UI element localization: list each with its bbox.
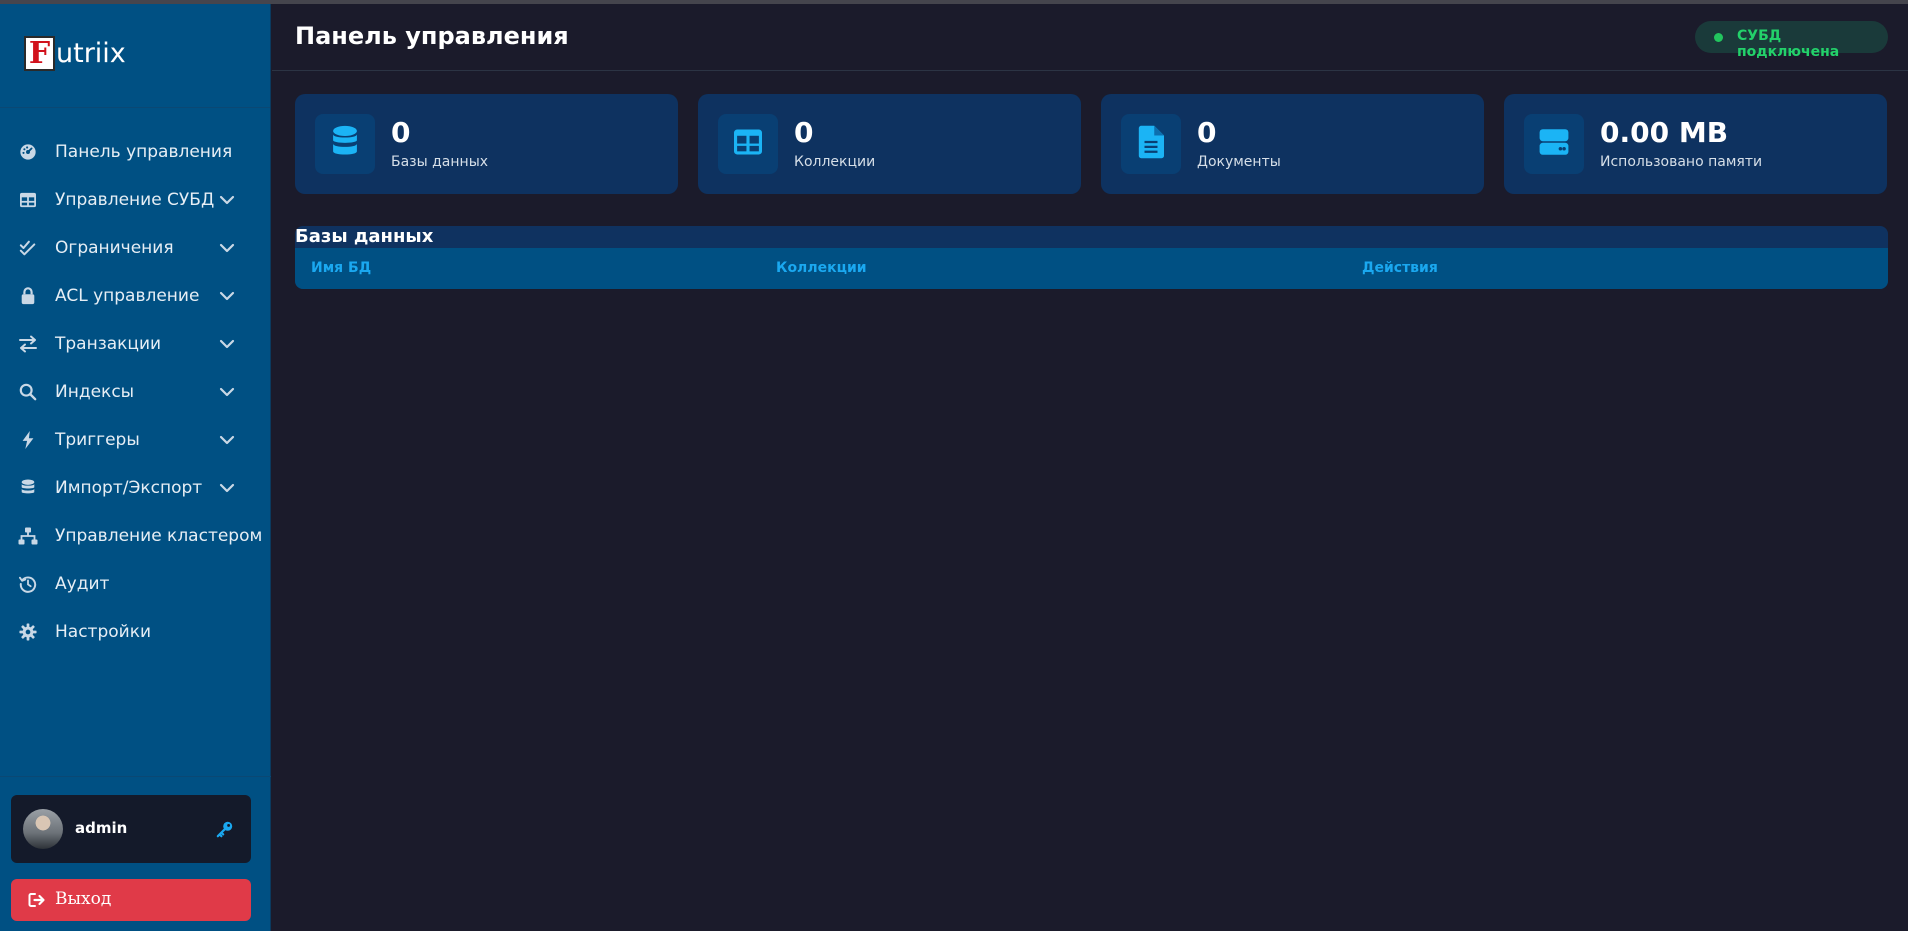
sidebar-item-label: Ограничения bbox=[55, 238, 174, 258]
stat-card-documents: 0 Документы bbox=[1101, 94, 1484, 194]
hard-drive-icon bbox=[1538, 127, 1570, 161]
section-title: Базы данных bbox=[295, 226, 434, 247]
sidebar-item-dbms-management[interactable]: Управление СУБД bbox=[0, 176, 271, 224]
gear-icon bbox=[18, 622, 38, 642]
sidebar-item-triggers[interactable]: Триггеры bbox=[0, 416, 271, 464]
chevron-down-icon[interactable] bbox=[218, 431, 236, 449]
sidebar-item-dashboard[interactable]: Панель управления bbox=[0, 128, 271, 176]
sidebar-item-label: Триггеры bbox=[55, 430, 140, 450]
stat-value: 0 bbox=[1197, 116, 1217, 149]
stat-card-memory: 0.00 MB Использовано памяти bbox=[1504, 94, 1887, 194]
chevron-down-icon[interactable] bbox=[218, 479, 236, 497]
stat-icon-box bbox=[1121, 114, 1181, 174]
table-grid-icon bbox=[732, 128, 764, 160]
sidebar-item-acl[interactable]: ACL управление bbox=[0, 272, 271, 320]
main-content: Панель управления СУБД подключена 0 Базы… bbox=[272, 4, 1908, 931]
databases-table-header: Имя БД Коллекции Действия bbox=[295, 248, 1888, 289]
sidebar-item-label: Импорт/Экспорт bbox=[55, 478, 203, 498]
sidebar-item-label: ACL управление bbox=[55, 286, 200, 306]
sidebar-item-import-export[interactable]: Импорт/Экспорт bbox=[0, 464, 271, 512]
exchange-arrows-icon bbox=[18, 334, 38, 354]
chevron-down-icon[interactable] bbox=[218, 383, 236, 401]
chevron-down-icon[interactable] bbox=[218, 239, 236, 257]
database-icon bbox=[18, 478, 38, 498]
logo-letter: F bbox=[28, 35, 51, 71]
chevron-down-icon[interactable] bbox=[218, 191, 236, 209]
user-panel: admin Выход bbox=[0, 776, 271, 931]
key-icon[interactable] bbox=[216, 820, 234, 838]
check-double-icon bbox=[18, 238, 38, 258]
sidebar: F utriix Панель управления Управление СУ… bbox=[0, 4, 271, 931]
stat-value: 0 bbox=[794, 116, 814, 149]
history-icon bbox=[18, 574, 38, 594]
stat-card-collections: 0 Коллекции bbox=[698, 94, 1081, 194]
dashboard-gauge-icon bbox=[18, 142, 38, 162]
stat-icon-box bbox=[718, 114, 778, 174]
logout-button[interactable]: Выход bbox=[11, 879, 251, 921]
sidebar-item-label: Панель управления bbox=[55, 142, 233, 162]
logo-mark: F bbox=[24, 36, 55, 71]
logo-area: F utriix bbox=[0, 4, 270, 108]
user-card[interactable]: admin bbox=[11, 795, 251, 863]
sidebar-item-label: Индексы bbox=[55, 382, 135, 402]
bolt-icon bbox=[18, 430, 38, 450]
lock-icon bbox=[18, 286, 38, 306]
sidebar-item-audit[interactable]: Аудит bbox=[0, 560, 271, 608]
stat-label: Базы данных bbox=[391, 154, 489, 170]
sidebar-item-constraints[interactable]: Ограничения bbox=[0, 224, 271, 272]
sidebar-item-label: Транзакции bbox=[55, 334, 162, 354]
stats-row: 0 Базы данных 0 Коллекции 0 Документы 0.… bbox=[295, 94, 1888, 194]
status-badge: СУБД подключена bbox=[1695, 21, 1888, 60]
table-grid-icon bbox=[18, 190, 38, 210]
stat-value: 0.00 MB bbox=[1600, 116, 1729, 149]
stat-label: Использовано памяти bbox=[1600, 154, 1763, 170]
sidebar-nav: Панель управления Управление СУБД Ограни… bbox=[0, 128, 271, 656]
stat-icon-box bbox=[315, 114, 375, 174]
chevron-down-icon[interactable] bbox=[218, 287, 236, 305]
sidebar-item-label: Управление кластером bbox=[55, 526, 263, 546]
stat-icon-box bbox=[1524, 114, 1584, 174]
sidebar-item-label: Настройки bbox=[55, 622, 152, 642]
page-title: Панель управления bbox=[295, 22, 569, 50]
sidebar-item-cluster[interactable]: Управление кластером bbox=[0, 512, 271, 560]
file-text-icon bbox=[1138, 125, 1164, 163]
logo-text: utriix bbox=[56, 38, 126, 69]
column-header-collections[interactable]: Коллекции bbox=[776, 260, 867, 276]
column-header-actions[interactable]: Действия bbox=[1362, 260, 1438, 276]
page-header: Панель управления СУБД подключена bbox=[272, 4, 1908, 71]
stat-label: Документы bbox=[1197, 154, 1281, 170]
logout-label: Выход bbox=[55, 889, 112, 909]
sitemap-icon bbox=[18, 526, 38, 546]
sidebar-item-indexes[interactable]: Индексы bbox=[0, 368, 271, 416]
sign-out-icon bbox=[28, 892, 46, 908]
column-header-db-name[interactable]: Имя БД bbox=[311, 260, 371, 276]
stat-card-databases: 0 Базы данных bbox=[295, 94, 678, 194]
user-name: admin bbox=[75, 819, 128, 837]
chevron-down-icon[interactable] bbox=[218, 335, 236, 353]
databases-section: Базы данных Имя БД Коллекции Действия bbox=[295, 226, 1888, 289]
sidebar-item-label: Управление СУБД bbox=[55, 190, 215, 210]
status-text: СУБД подключена bbox=[1737, 28, 1840, 60]
avatar bbox=[23, 809, 63, 849]
database-icon bbox=[330, 125, 360, 163]
sidebar-item-label: Аудит bbox=[55, 574, 110, 594]
sidebar-item-transactions[interactable]: Транзакции bbox=[0, 320, 271, 368]
status-dot-icon bbox=[1714, 33, 1723, 42]
stat-label: Коллекции bbox=[794, 154, 876, 170]
search-icon bbox=[18, 382, 38, 402]
stat-value: 0 bbox=[391, 116, 411, 149]
sidebar-item-settings[interactable]: Настройки bbox=[0, 608, 271, 656]
